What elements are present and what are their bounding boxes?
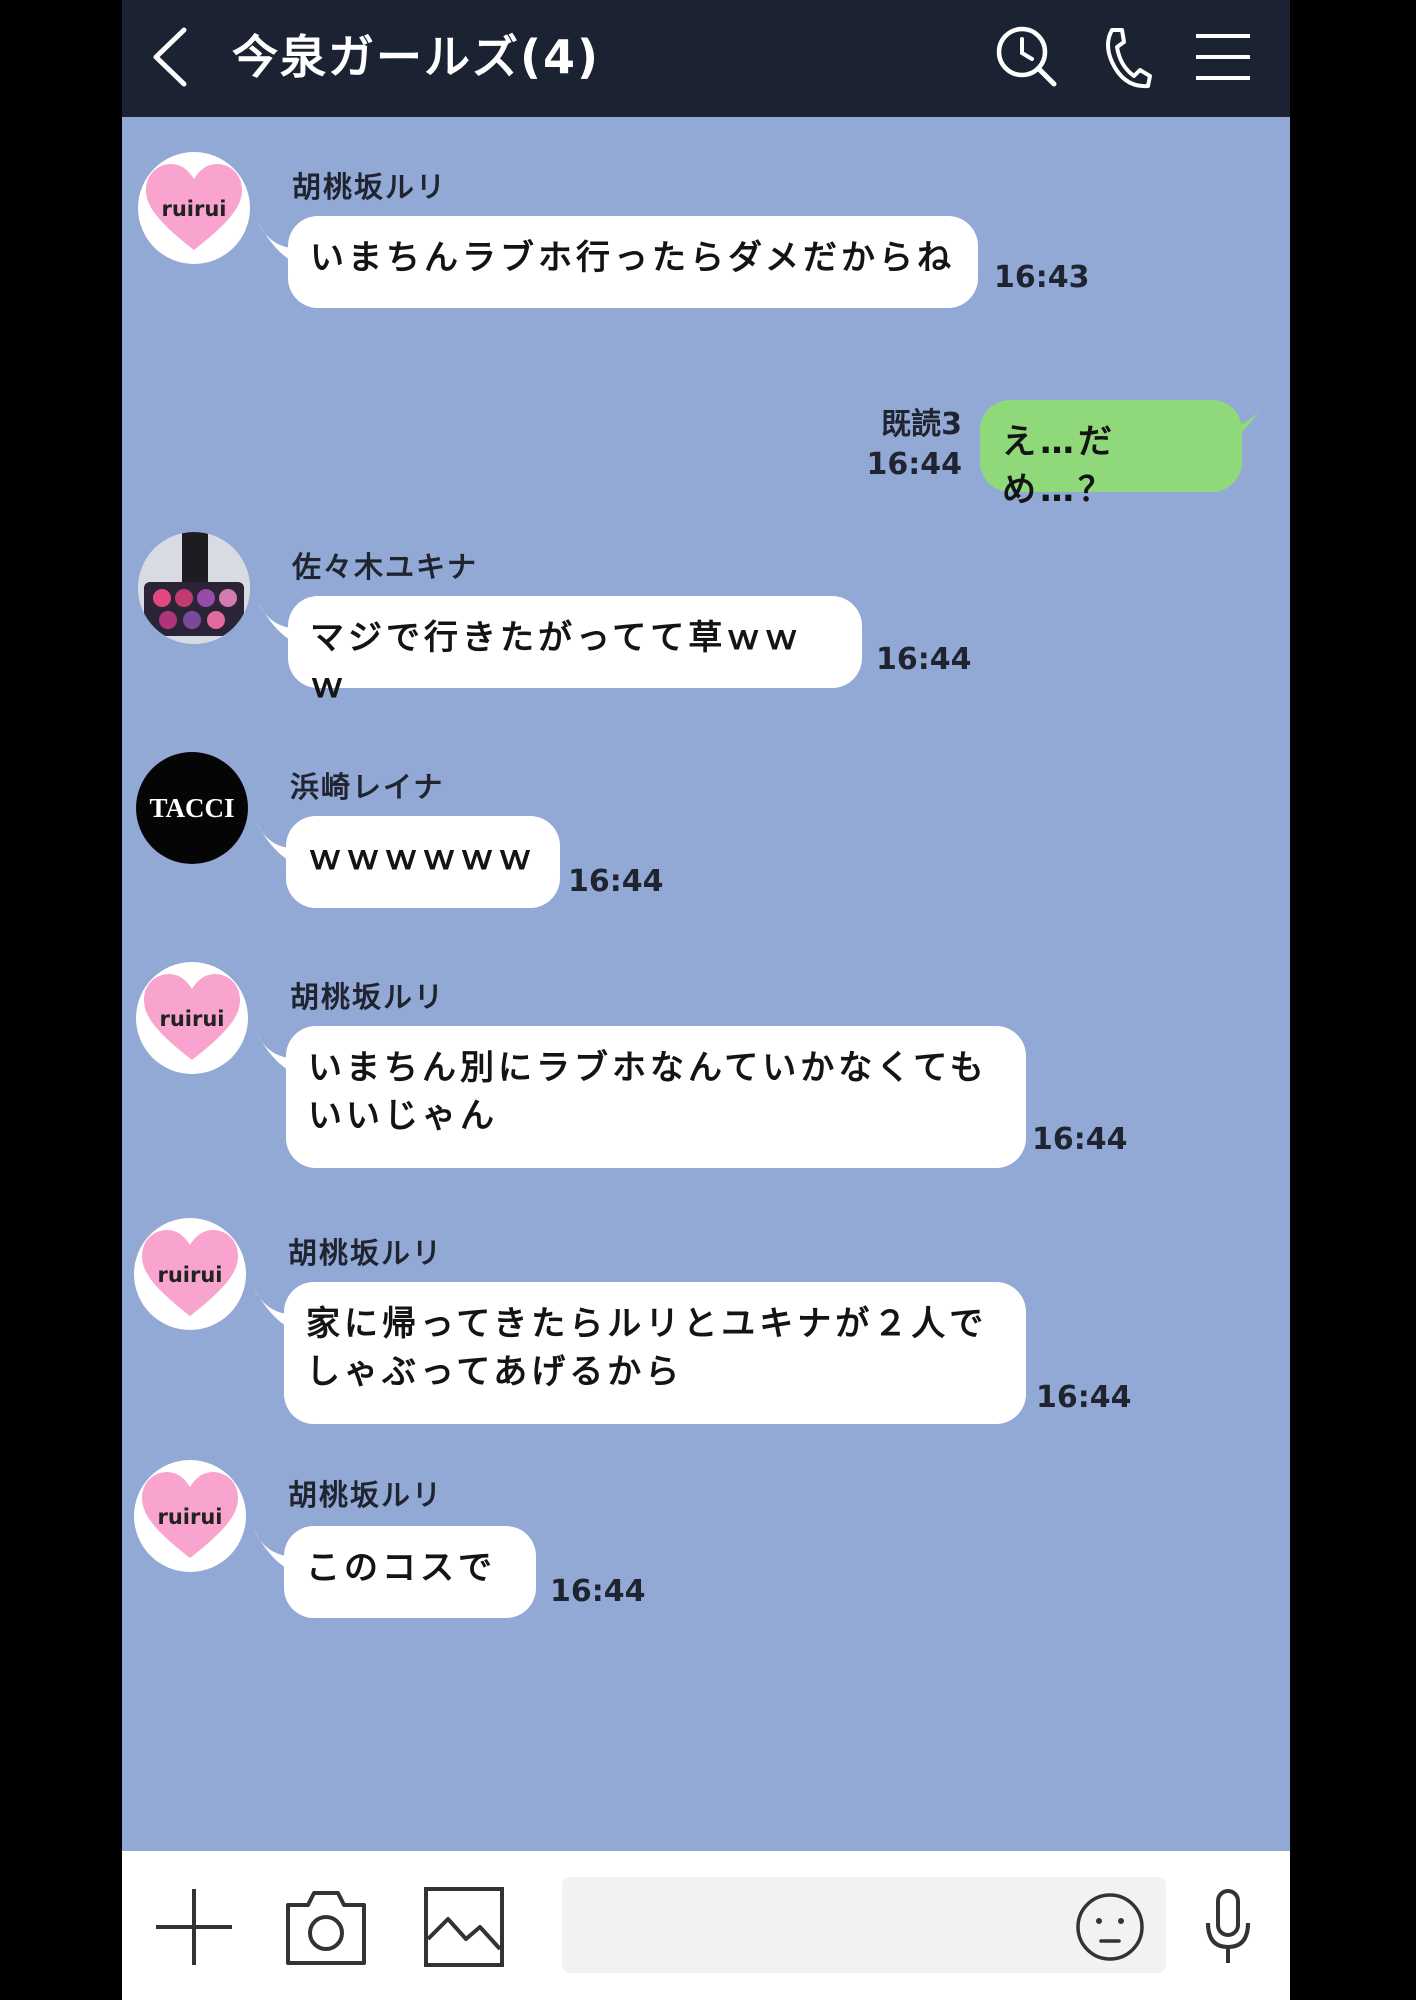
search-history-button[interactable] <box>992 22 1062 92</box>
plus-icon <box>156 1889 232 1965</box>
avatar-label: TACCI <box>149 793 234 823</box>
menu-button[interactable] <box>1188 22 1258 92</box>
menu-icon <box>1196 34 1250 80</box>
heart-icon: ruirui <box>142 1472 238 1558</box>
message-time: 16:44 <box>1032 1122 1128 1157</box>
search-clock-icon <box>996 26 1057 87</box>
message-bubble[interactable]: マジで行きたがってて草ｗｗｗ <box>288 596 862 706</box>
avatar-reina[interactable]: TACCI <box>136 752 248 864</box>
sender-name: 胡桃坂ルリ <box>288 1478 444 1512</box>
avatar-ruri[interactable]: ruirui <box>138 152 250 264</box>
avatar-label: ruirui <box>159 1007 224 1031</box>
sender-name: 胡桃坂ルリ <box>290 980 446 1014</box>
image-icon <box>424 1887 504 1967</box>
sender-name: 浜崎レイナ <box>290 770 445 804</box>
avatar-ruri[interactable]: ruirui <box>134 1218 246 1330</box>
message-time: 16:44 <box>550 1574 646 1609</box>
avatar-ruri[interactable]: ruirui <box>136 962 248 1074</box>
read-count: 既読3 <box>881 407 962 442</box>
heart-icon: ruirui <box>144 974 240 1060</box>
camera-icon <box>286 1891 366 1965</box>
input-bar <box>122 1851 1290 2000</box>
read-receipt: 既読3 16:44 <box>862 405 963 485</box>
microphone-button[interactable] <box>1200 1887 1256 1967</box>
message-bubble[interactable]: 家に帰ってきたらルリとユキナが２人で しゃぶってあげるから <box>284 1282 1026 1424</box>
sender-name: 胡桃坂ルリ <box>288 1236 444 1270</box>
message-time: 16:43 <box>994 260 1090 295</box>
back-button[interactable] <box>148 24 198 90</box>
avatar-ruri[interactable]: ruirui <box>134 1460 246 1572</box>
add-button[interactable] <box>152 1885 236 1969</box>
message-bubble[interactable]: ｗｗｗｗｗｗ <box>286 816 560 908</box>
sender-name: 胡桃坂ルリ <box>292 170 448 204</box>
chat-screen: 今泉ガールズ(4) ruirui 胡桃坂ルリ いまちんラブホ行ったらダメだからね… <box>122 0 1290 2000</box>
makeup-palette-icon <box>138 532 250 644</box>
sender-name: 佐々木ユキナ <box>292 550 479 584</box>
microphone-icon <box>1206 1889 1250 1963</box>
chevron-left-icon <box>153 27 187 87</box>
message-bubble[interactable]: いまちん別にラブホなんていかなくても いいじゃん <box>286 1026 1026 1168</box>
phone-icon <box>1106 28 1152 89</box>
emoji-button[interactable] <box>1074 1891 1146 1963</box>
avatar-label: ruirui <box>161 197 226 221</box>
chat-header: 今泉ガールズ(4) <box>122 0 1290 117</box>
chat-title: 今泉ガールズ(4) <box>232 30 601 84</box>
heart-icon: ruirui <box>142 1230 238 1316</box>
emoji-icon <box>1076 1893 1144 1961</box>
message-bubble-outgoing[interactable]: え…だめ…？ <box>980 400 1242 510</box>
message-time: 16:44 <box>568 864 664 899</box>
avatar-label: ruirui <box>157 1263 222 1287</box>
call-button[interactable] <box>1090 22 1160 92</box>
message-time: 16:44 <box>876 642 972 677</box>
avatar-yukina[interactable] <box>138 532 250 644</box>
image-button[interactable] <box>422 1885 506 1969</box>
tacci-logo: TACCI <box>149 793 234 823</box>
message-bubble[interactable]: このコスで <box>284 1526 536 1618</box>
avatar-label: ruirui <box>157 1505 222 1529</box>
camera-button[interactable] <box>284 1883 368 1967</box>
heart-icon: ruirui <box>146 164 242 250</box>
message-time: 16:44 <box>866 447 963 482</box>
message-time: 16:44 <box>1036 1380 1132 1415</box>
message-bubble[interactable]: いまちんラブホ行ったらダメだからね <box>288 216 978 308</box>
